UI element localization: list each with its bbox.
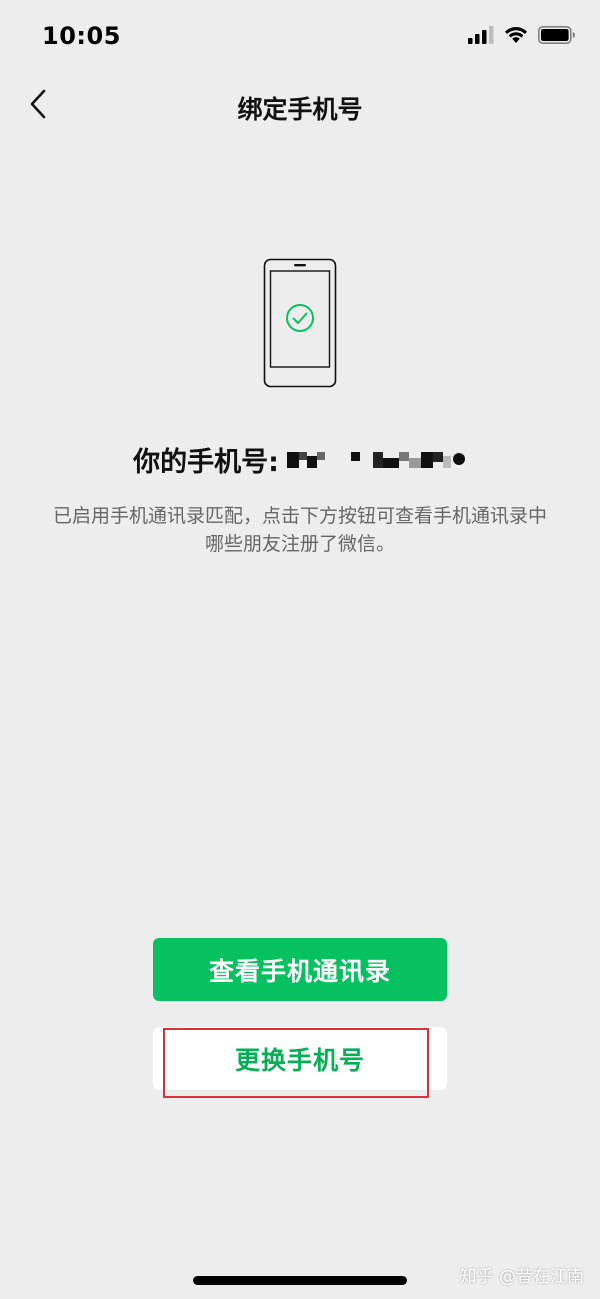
status-icons [468,26,576,48]
description-line-1: 已启用手机通讯录匹配，点击下方按钮可查看手机通讯录中 [52,505,547,527]
change-phone-button[interactable]: 更换手机号 [153,1027,447,1090]
view-contacts-button[interactable]: 查看手机通讯录 [153,938,447,1001]
status-time: 10:05 [42,22,121,50]
nav-bar: 绑定手机号 [0,72,600,140]
page-title: 绑定手机号 [237,95,363,124]
battery-icon [538,26,576,48]
description-line-2: 哪些朋友注册了微信。 [204,533,395,555]
home-indicator[interactable] [193,1276,407,1285]
wifi-icon [504,26,528,48]
cellular-signal-icon [468,26,494,48]
description-text: 已启用手机通讯录匹配，点击下方按钮可查看手机通讯录中 哪些朋友注册了微信。 [20,502,580,558]
status-bar: 10:05 [0,0,600,72]
watermark: 知乎 @昔在江南 [459,1267,584,1287]
phone-number-label: 你的手机号: [133,447,279,478]
phone-number-mask [286,447,467,473]
phone-check-icon [263,258,337,388]
phone-number-row: 你的手机号: [0,440,600,479]
